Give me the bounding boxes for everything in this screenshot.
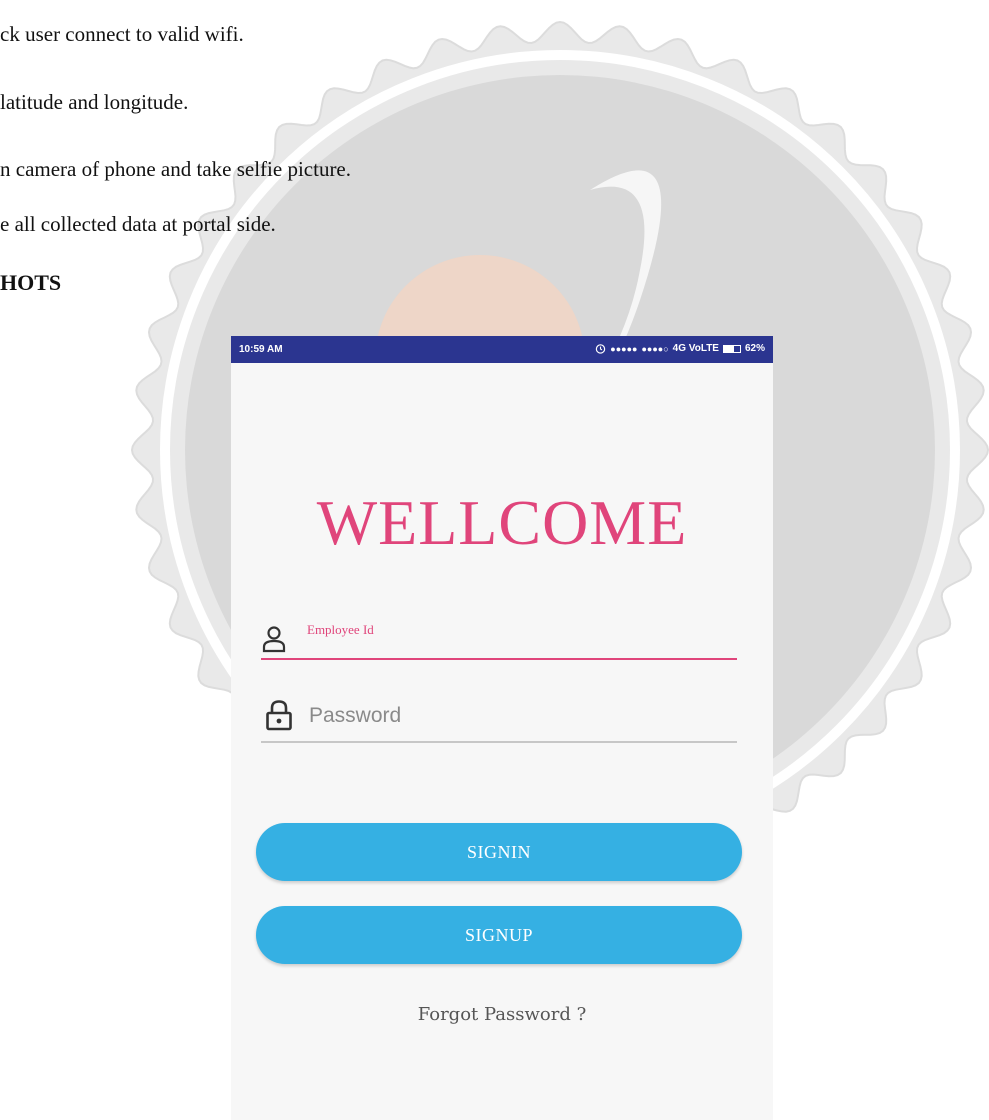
network-type: 4G VoLTE xyxy=(672,343,719,354)
signin-button[interactable]: SIGNIN xyxy=(256,823,742,881)
signal-strength-2: ●●●●○ xyxy=(641,343,669,354)
status-time: 10:59 AM xyxy=(239,344,283,355)
status-indicators: ●●●●● ●●●●○ 4G VoLTE 62% xyxy=(595,343,765,354)
doc-line-wifi: ck user connect to valid wifi. xyxy=(0,22,244,46)
battery-icon xyxy=(722,344,741,353)
employee-id-underline xyxy=(261,658,737,660)
lock-icon xyxy=(266,700,292,731)
employee-id-input[interactable] xyxy=(293,628,733,656)
doc-line-portal: e all collected data at portal side. xyxy=(0,212,276,236)
alarm-icon xyxy=(596,344,606,354)
signal-strength-1: ●●●●● xyxy=(610,343,638,354)
battery-percent: 62% xyxy=(744,343,765,354)
forgot-password-link[interactable]: Forgot Password ? xyxy=(231,1004,773,1025)
signup-button[interactable]: SIGNUP xyxy=(256,906,742,964)
welcome-title: WELLCOME xyxy=(316,487,688,558)
doc-line-camera: n camera of phone and take selfie pictur… xyxy=(0,157,352,181)
user-icon xyxy=(262,626,286,653)
status-bar: 10:59 AM ●●●●● ●●●●○ 4G VoLTE 62% xyxy=(231,336,773,363)
doc-heading-screenshots: HOTS xyxy=(0,270,62,295)
phone-screen: 10:59 AM ●●●●● ●●●●○ 4G VoLTE 62% WELLCO… xyxy=(231,336,773,1120)
password-input[interactable]: Password xyxy=(309,704,401,728)
doc-line-location: latitude and longitude. xyxy=(0,90,189,114)
password-underline xyxy=(261,741,737,743)
